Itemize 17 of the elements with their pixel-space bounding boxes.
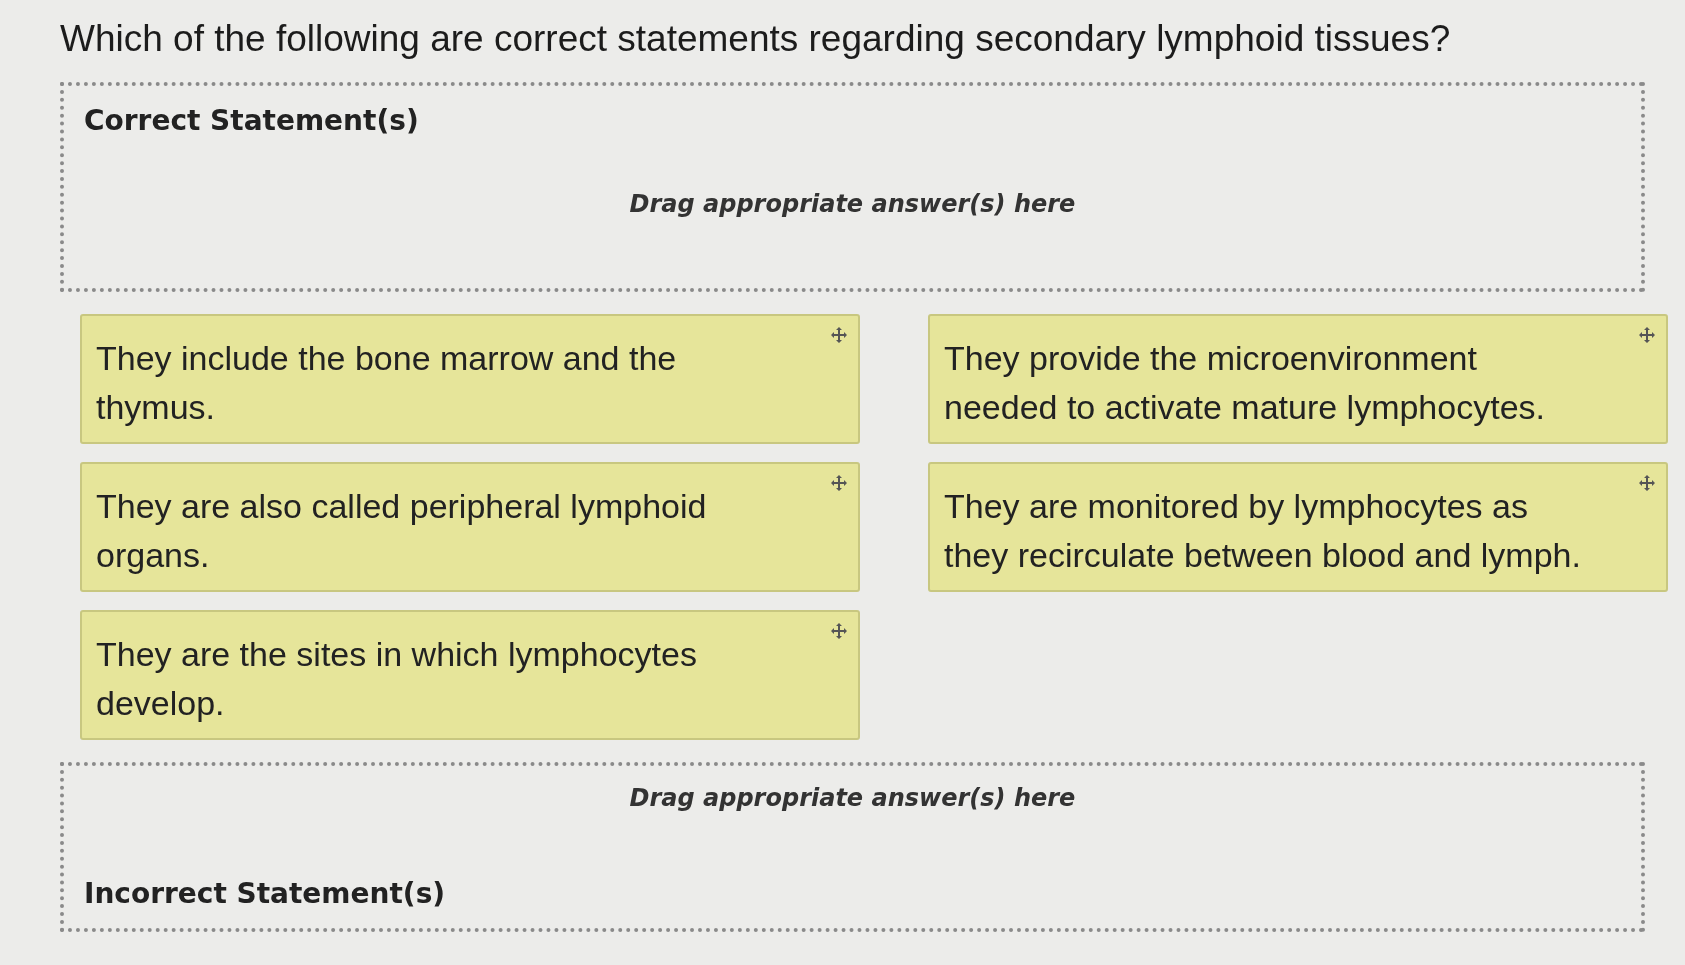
drop-hint: Drag appropriate answer(s) here <box>629 784 1076 812</box>
answer-card[interactable]: They are also called peripheral lymphoid organs. <box>80 462 860 592</box>
move-icon <box>830 622 848 640</box>
answer-card[interactable]: They are the sites in which lymphocytes develop. <box>80 610 860 740</box>
drop-zone[interactable]: Drag appropriate answer(s) here Incorrect Statement(s) <box>60 762 1645 932</box>
zone-heading: Incorrect Statement(s) <box>84 877 447 910</box>
answer-card[interactable]: They provide the microenvironment needed to activate mature lymphocytes. <box>928 314 1668 444</box>
move-icon <box>830 474 848 492</box>
drop-zone[interactable]: Correct Statement(s) Drag appropriate answer(s) here <box>60 82 1645 292</box>
answer-card[interactable]: They include the bone marrow and the thymus. <box>80 314 860 444</box>
zone-heading: Correct Statement(s) <box>84 104 420 137</box>
answer-card[interactable]: They are monitored by lymphocytes as they recirculate between blood and lymph. <box>928 462 1668 592</box>
move-icon <box>830 326 848 344</box>
drop-hint: Drag appropriate answer(s) here <box>629 189 1076 218</box>
move-icon <box>1638 474 1656 492</box>
move-icon <box>1638 326 1656 344</box>
question-title: Which of the following are correct statements regarding secondary lymphoid tissues? <box>60 18 1452 60</box>
